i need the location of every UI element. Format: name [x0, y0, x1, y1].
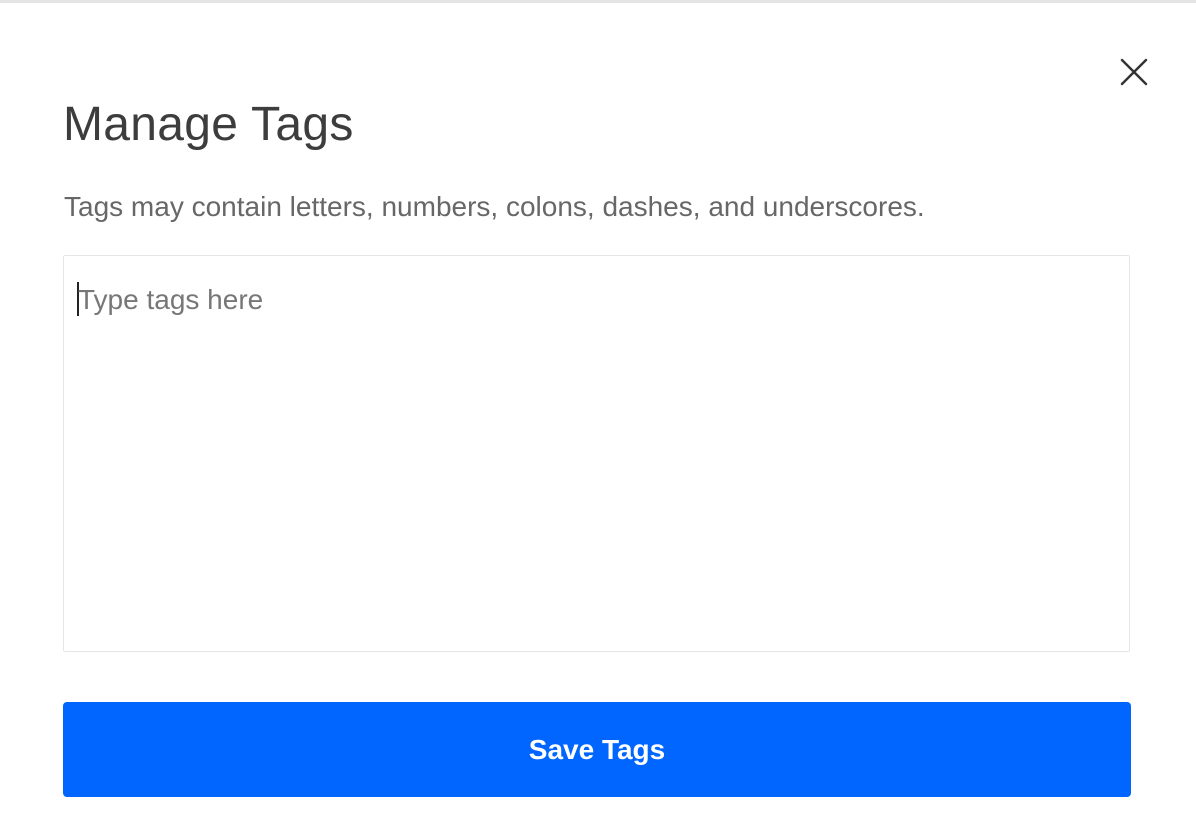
tags-input[interactable] — [78, 270, 1108, 330]
tags-input-area[interactable] — [63, 255, 1130, 652]
manage-tags-dialog: Manage Tags Tags may contain letters, nu… — [0, 3, 1196, 834]
tags-hint-text: Tags may contain letters, numbers, colon… — [64, 191, 925, 222]
close-button[interactable] — [1112, 50, 1156, 94]
close-icon — [1120, 58, 1148, 86]
dialog-title: Manage Tags — [63, 98, 354, 151]
save-tags-button[interactable]: Save Tags — [63, 702, 1131, 797]
